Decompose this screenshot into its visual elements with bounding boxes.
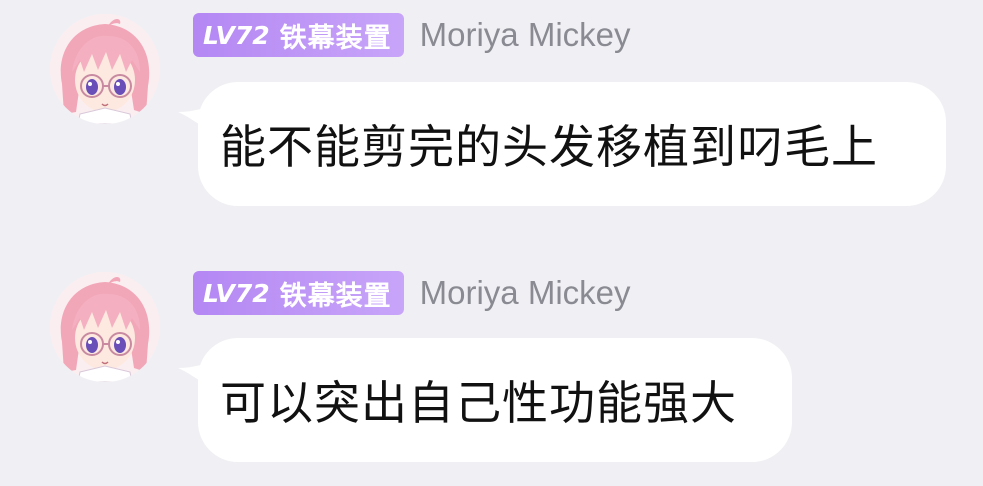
anime-girl-avatar-icon [50,272,160,382]
username[interactable]: Moriya Mickey [420,274,631,312]
bubble-tail-icon [178,104,218,136]
user-avatar[interactable] [50,272,160,382]
bubble-tail-icon [178,360,218,392]
chat-log: LV72 铁幕装置 Moriya Mickey 能不能剪完的头发移植到叼毛上 L… [0,0,983,486]
level-badge[interactable]: LV72 铁幕装置 [193,13,404,57]
level-text: LV72 [203,20,270,50]
level-text: LV72 [203,278,270,308]
message-text: 可以突出自己性功能强大 [220,376,737,430]
username[interactable]: Moriya Mickey [420,16,631,54]
user-avatar[interactable] [50,14,160,124]
message-text: 能不能剪完的头发移植到叼毛上 [220,120,878,174]
message-header: LV72 铁幕装置 Moriya Mickey [193,270,631,316]
badge-title: 铁幕装置 [279,22,392,54]
anime-girl-avatar-icon [50,14,160,124]
message-header: LV72 铁幕装置 Moriya Mickey [193,12,631,58]
level-badge[interactable]: LV72 铁幕装置 [193,271,404,315]
badge-title: 铁幕装置 [279,280,392,312]
message-bubble[interactable]: 能不能剪完的头发移植到叼毛上 [178,82,946,206]
message-bubble[interactable]: 可以突出自己性功能强大 [178,338,792,462]
